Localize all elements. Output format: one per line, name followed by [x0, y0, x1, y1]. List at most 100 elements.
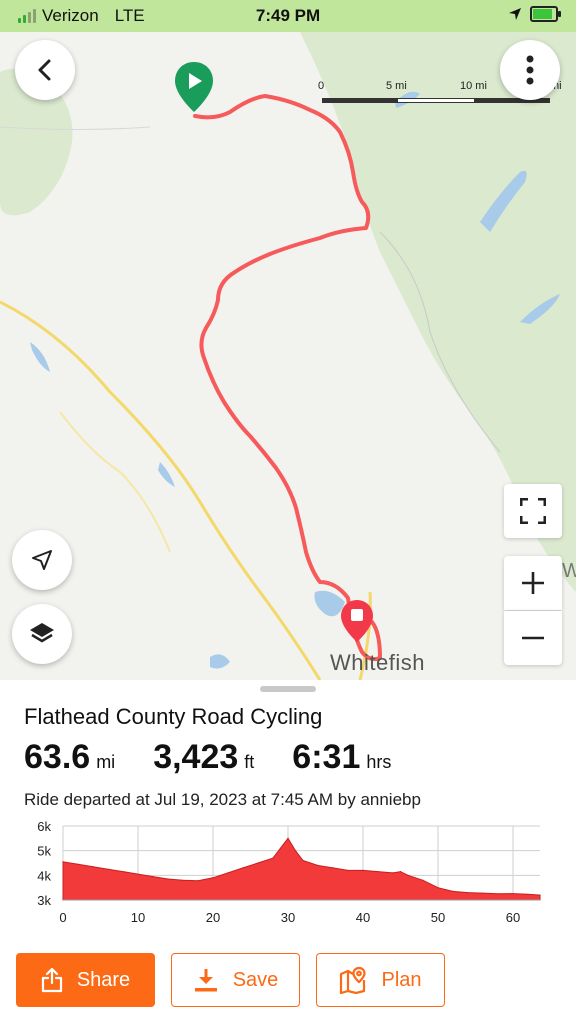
- duration-value: 6:31: [292, 738, 361, 776]
- elevation-point: [467, 892, 469, 894]
- back-button[interactable]: [15, 40, 75, 100]
- elevation-point: [242, 867, 244, 869]
- sheet-drag-handle[interactable]: [260, 686, 316, 692]
- more-vertical-icon: [526, 55, 534, 85]
- scale-label: 0: [318, 80, 325, 92]
- elevation-point: [452, 890, 454, 892]
- elevation-point: [377, 871, 379, 873]
- elevation-point: [279, 847, 282, 849]
- x-tick-label: 20: [206, 910, 220, 925]
- save-button[interactable]: Save: [171, 953, 300, 1007]
- end-marker-icon[interactable]: [339, 598, 375, 644]
- elevation-point: [182, 879, 184, 881]
- town-label: Whitefish: [330, 650, 425, 675]
- elevation-point: [539, 894, 541, 896]
- elevation-point: [399, 871, 402, 873]
- x-tick-label: 50: [431, 910, 445, 925]
- elevation-point: [107, 868, 109, 870]
- x-tick-label: 30: [281, 910, 295, 925]
- y-tick-label: 6k: [37, 819, 51, 834]
- map-canvas: [0, 32, 576, 680]
- x-tick-label: 10: [131, 910, 145, 925]
- share-label: Share: [76, 968, 131, 991]
- elevation-chart[interactable]: 3k 4k 5k 6k 0 10 20 30 40 50 60: [0, 816, 576, 942]
- x-tick-label: 40: [356, 910, 370, 925]
- scale-bar: [322, 98, 550, 103]
- minus-icon: [522, 636, 544, 640]
- share-button[interactable]: Share: [16, 953, 155, 1007]
- ride-title: Flathead County Road Cycling: [24, 704, 323, 729]
- elevation-point: [392, 872, 394, 874]
- duration-stat: 6:31 hrs: [292, 738, 391, 777]
- elevation-point: [302, 859, 304, 862]
- elevation-point: [287, 837, 289, 839]
- elevation-point: [167, 878, 169, 880]
- plan-label: Plan: [381, 968, 422, 991]
- edge-town-label: W: [562, 560, 576, 582]
- plan-button[interactable]: Plan: [316, 953, 445, 1007]
- location-arrow-icon: [509, 8, 521, 20]
- elevation-point: [272, 857, 274, 859]
- x-tick-label: 60: [506, 910, 520, 925]
- elevation-point: [62, 861, 64, 863]
- fullscreen-icon: [520, 498, 546, 524]
- elevation-point: [92, 866, 94, 868]
- elevation-stat: 3,423 ft: [153, 738, 254, 777]
- plus-icon: [522, 572, 544, 594]
- y-tick-label: 4k: [37, 868, 51, 883]
- zoom-out-button[interactable]: [504, 611, 562, 665]
- elevation-point: [512, 893, 514, 895]
- elevation-point: [497, 893, 499, 895]
- x-tick-label: 0: [59, 910, 66, 925]
- elevation-point: [347, 869, 349, 871]
- elevation-point: [332, 867, 334, 869]
- y-tick-label: 5k: [37, 844, 51, 859]
- ride-details-sheet: Flathead County Road Cycling 63.6 mi 3,42…: [0, 680, 576, 1024]
- save-label: Save: [232, 968, 279, 991]
- fullscreen-button[interactable]: [504, 484, 562, 538]
- layers-icon: [30, 623, 54, 643]
- route-line: [193, 94, 382, 662]
- elevation-point: [294, 850, 297, 852]
- distance-stat: 63.6 mi: [24, 738, 115, 777]
- ride-stats: 63.6 mi 3,423 ft 6:31 hrs: [24, 738, 429, 777]
- elevation-point: [227, 872, 229, 874]
- elevation-point: [527, 893, 529, 895]
- status-time: 7:49 PM: [255, 6, 321, 25]
- status-bar: Verizon LTE 7:49 PM: [0, 0, 576, 32]
- layers-button[interactable]: [12, 604, 72, 664]
- duration-unit: hrs: [366, 752, 392, 772]
- more-options-button[interactable]: [500, 40, 560, 100]
- elevation-point: [482, 892, 484, 894]
- ride-description: Ride departed at Jul 19, 2023 at 7:45 AM…: [24, 790, 421, 809]
- zoom-in-button[interactable]: [504, 556, 562, 610]
- battery-icon: [530, 6, 561, 22]
- elevation-point: [122, 871, 124, 873]
- map-pin-icon: [340, 966, 367, 994]
- navigation-arrow-icon: [32, 550, 52, 570]
- distance-value: 63.6: [24, 738, 91, 776]
- locate-button[interactable]: [12, 530, 72, 590]
- share-icon: [41, 967, 62, 993]
- route-map[interactable]: Whitefish W 0 5 mi 10 mi mi: [0, 32, 576, 680]
- elevation-point: [212, 877, 214, 879]
- elevation-point: [197, 880, 199, 882]
- elevation-point: [77, 863, 79, 865]
- elevation-value: 3,423: [153, 738, 239, 776]
- elevation-point: [422, 879, 424, 881]
- download-icon: [194, 969, 217, 992]
- status-icons: [508, 6, 561, 22]
- elevation-point: [407, 874, 409, 876]
- elevation-point: [152, 876, 154, 878]
- scale-label: 5 mi: [386, 80, 407, 92]
- chevron-left-icon: [38, 59, 51, 81]
- elevation-point: [317, 864, 319, 867]
- y-tick-label: 3k: [37, 893, 51, 908]
- elevation-point: [257, 862, 259, 864]
- elevation-unit: ft: [244, 752, 255, 772]
- action-buttons: Share Save Plan: [16, 953, 445, 1007]
- elevation-area: [62, 837, 541, 901]
- elevation-point: [137, 873, 139, 875]
- start-marker-icon[interactable]: [173, 60, 215, 114]
- distance-unit: mi: [96, 752, 116, 772]
